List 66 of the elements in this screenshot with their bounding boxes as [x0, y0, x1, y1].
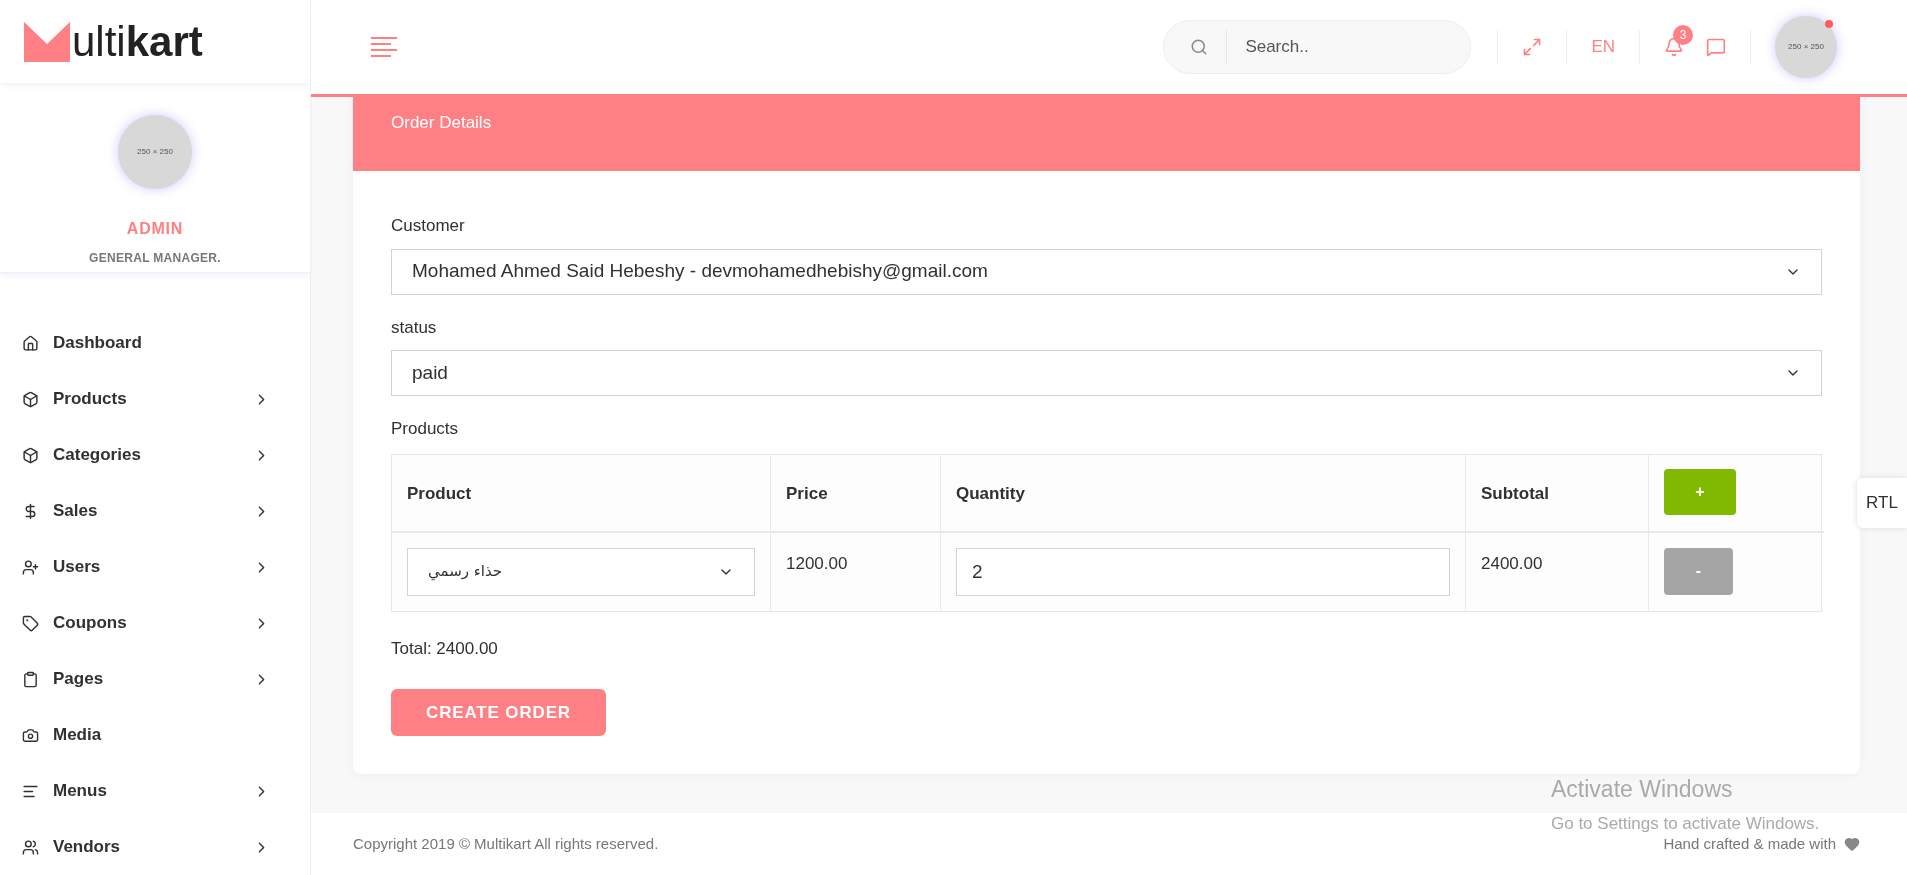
- sidebar-item-label: Vendors: [53, 836, 122, 859]
- logo-icon: [24, 21, 70, 62]
- avatar-placeholder-text: 250 × 250: [1788, 41, 1824, 53]
- table-cell: 1200.00: [786, 553, 848, 573]
- sidebar-item[interactable]: Pages: [0, 651, 310, 707]
- field-label: Customer: [391, 215, 466, 237]
- sidebar-item[interactable]: Sales: [0, 483, 310, 539]
- sidebar-item[interactable]: Vendors: [0, 819, 310, 875]
- order-total: Total: 2400.00: [391, 637, 499, 660]
- avatar-placeholder-text: 250 × 250: [137, 146, 173, 159]
- select-value: حذاء رسمي: [428, 561, 503, 583]
- credit-text: Hand crafted & made with: [1663, 833, 1836, 854]
- sidebar-item[interactable]: Coupons: [0, 595, 310, 651]
- rtl-toggle[interactable]: RTL: [1857, 478, 1907, 528]
- product-select[interactable]: حذاء رسمي: [407, 547, 755, 596]
- select-value: Mohamed Ahmed Said Hebeshy - devmohamedhebishy@gmail.com: [412, 259, 988, 284]
- column-header: Quantity: [956, 483, 1025, 506]
- fullscreen-icon[interactable]: [1522, 37, 1543, 57]
- menu-item-icon: [22, 446, 39, 464]
- sidebar-item-label: Menus: [53, 780, 108, 803]
- section-label: Products: [391, 418, 460, 440]
- table-cell: 2400.00: [1481, 553, 1543, 573]
- profile-name: ADMIN: [126, 219, 184, 240]
- sidebar-item-label: Media: [53, 724, 103, 747]
- quantity-field[interactable]: 2: [956, 547, 1450, 596]
- sidebar-item-label: Categories: [53, 444, 142, 467]
- chat-icon[interactable]: [1706, 37, 1726, 57]
- sidebar-item-label: Dashboard: [53, 332, 143, 355]
- menu-item-icon: [22, 334, 39, 352]
- sidebar-item[interactable]: Users: [0, 539, 310, 595]
- sidebar-item-label: Sales: [53, 500, 99, 523]
- select-value: paid: [412, 360, 448, 385]
- profile-role: GENERAL MANAGER.: [89, 250, 221, 268]
- menu-item-icon: [22, 670, 39, 688]
- menu-item-icon: [22, 614, 39, 632]
- sidebar-item[interactable]: Categories: [0, 427, 310, 483]
- field-label: status: [391, 316, 438, 339]
- column-header: Subtotal: [1481, 483, 1549, 506]
- sidebar-item-label: Products: [53, 388, 128, 411]
- column-header: Product: [407, 483, 472, 506]
- activation-text: Go to Settings to activate Windows.: [1551, 812, 1820, 835]
- sidebar-item[interactable]: Media: [0, 707, 310, 763]
- bell-icon[interactable]: [1664, 37, 1684, 57]
- sidebar-item[interactable]: Products: [0, 371, 310, 427]
- activation-title: Activate Windows: [1551, 775, 1734, 804]
- logo-text: ultikart: [72, 20, 203, 63]
- column-header: Price: [786, 483, 828, 506]
- menu-item-icon: [22, 726, 39, 744]
- notification-badge: 3: [1673, 25, 1693, 45]
- menu-icon[interactable]: [371, 36, 397, 58]
- search-icon: [1190, 38, 1209, 56]
- sidebar-item-label: Coupons: [53, 612, 128, 635]
- customer-select[interactable]: Mohamed Ahmed Said Hebeshy - devmohamedhebishy@gmail.com: [391, 248, 1822, 295]
- search-field[interactable]: Search..: [1163, 20, 1472, 74]
- sidebar-item[interactable]: Dashboard: [0, 315, 310, 371]
- copyright-text: Copyright 2019 © Multikart All rights reserved.: [353, 833, 659, 854]
- menu-item-icon: [22, 390, 39, 408]
- status-select[interactable]: paid: [391, 350, 1822, 396]
- menu-item-icon: [22, 838, 39, 856]
- sidebar-item[interactable]: Menus: [0, 763, 310, 819]
- search-input[interactable]: Search..: [1245, 34, 1446, 60]
- sidebar-item-label: Pages: [53, 668, 105, 691]
- card-title: Order Details: [391, 113, 492, 132]
- menu-item-icon: [22, 558, 39, 576]
- sidebar-item-label: Users: [53, 556, 102, 579]
- heart-icon: [1844, 836, 1860, 852]
